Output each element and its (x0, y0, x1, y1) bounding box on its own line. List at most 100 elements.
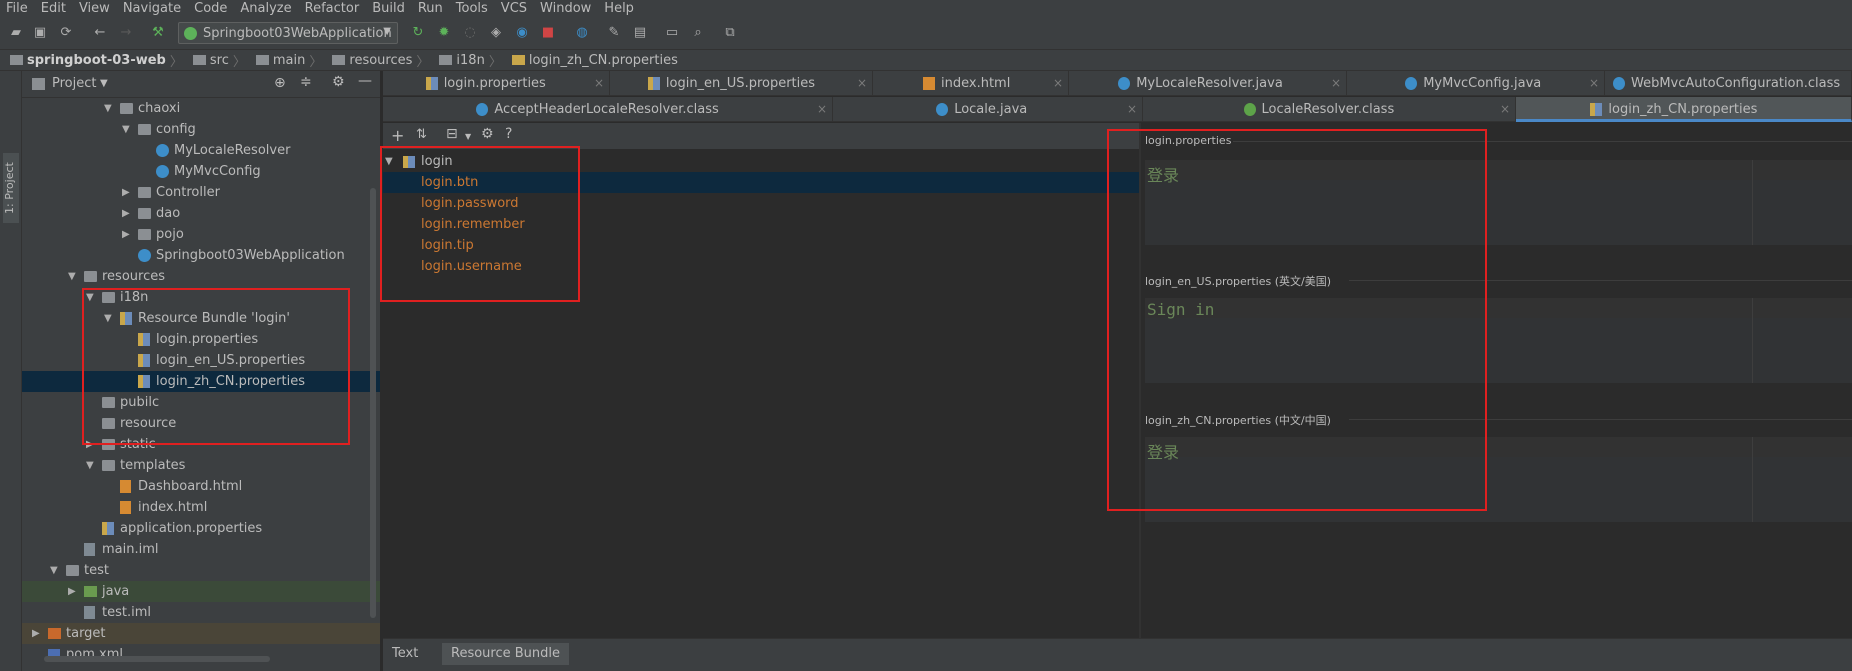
collapsed-arrow-icon[interactable]: ▶ (68, 581, 78, 602)
bundle-key-row[interactable]: login.tip (383, 235, 1139, 256)
project-structure-icon[interactable]: ▤ (632, 25, 648, 41)
tree-row[interactable]: ▶ target (22, 623, 380, 644)
tree-row[interactable]: login_en_US.properties (22, 350, 380, 371)
collapsed-arrow-icon[interactable]: ▶ (122, 224, 132, 245)
menu-code[interactable]: Code (194, 1, 227, 16)
chevron-down-icon[interactable]: ▼ (465, 132, 471, 141)
debug-bug-icon[interactable]: ✹ (436, 25, 452, 41)
editor-tab[interactable]: MyMvcConfig.java × (1347, 71, 1605, 96)
collapsed-arrow-icon[interactable]: ▶ (86, 434, 96, 455)
tree-row[interactable]: MyLocaleResolver (22, 140, 380, 161)
hide-panel-icon[interactable]: — (358, 73, 372, 89)
bundle-root-row[interactable]: ▼ login (383, 151, 1139, 172)
stop-icon[interactable]: ■ (540, 25, 556, 41)
build-hammer-icon[interactable]: ⚒ (150, 25, 166, 41)
close-tab-icon[interactable]: × (857, 71, 867, 96)
tree-row[interactable]: ▶ java (22, 581, 380, 602)
vcs-icon[interactable]: ⧉ (722, 25, 738, 41)
tree-row[interactable]: ▼ templates (22, 455, 380, 476)
collapsed-arrow-icon[interactable]: ▶ (122, 203, 132, 224)
bundle-key-row[interactable]: login.btn (383, 172, 1139, 193)
menu-file[interactable]: File (6, 1, 28, 16)
sync-icon[interactable]: ⟳ (58, 25, 74, 41)
tree-row[interactable]: ▶ pojo (22, 224, 380, 245)
breadcrumb-src[interactable]: src (210, 53, 229, 68)
menu-view[interactable]: View (79, 1, 110, 16)
help-question-icon[interactable]: ? (505, 126, 512, 142)
menu-edit[interactable]: Edit (41, 1, 66, 16)
breadcrumb-project[interactable]: springboot-03-web (27, 53, 166, 68)
expanded-arrow-icon[interactable]: ▼ (68, 266, 78, 287)
scroll-from-source-icon[interactable]: ⊕ (274, 75, 286, 91)
tree-row[interactable]: ▼ config (22, 119, 380, 140)
menu-run[interactable]: Run (418, 1, 443, 16)
editor-tab[interactable]: login.properties × (383, 71, 610, 96)
editor-tab[interactable]: login_en_US.properties × (610, 71, 873, 96)
tree-row[interactable]: pubilc (22, 392, 380, 413)
menu-window[interactable]: Window (540, 1, 591, 16)
tab-resource-bundle[interactable]: Resource Bundle (442, 643, 570, 665)
tree-row[interactable]: MyMvcConfig (22, 161, 380, 182)
expanded-arrow-icon[interactable]: ▼ (122, 119, 132, 140)
help-icon[interactable]: ◍ (574, 25, 590, 41)
close-tab-icon[interactable]: × (1053, 71, 1063, 96)
menu-help[interactable]: Help (604, 1, 634, 16)
project-tool-window-button[interactable]: 1: Project (3, 153, 19, 223)
collapse-all-icon[interactable]: ≑ (300, 74, 312, 90)
property-value-editor[interactable]: 登录 (1145, 437, 1852, 522)
menu-vcs[interactable]: VCS (501, 1, 527, 16)
editor-tab[interactable]: LocaleResolver.class × (1143, 97, 1516, 122)
tree-row[interactable]: ▶ dao (22, 203, 380, 224)
editor-tab[interactable]: Locale.java × (833, 97, 1143, 122)
close-tab-icon[interactable]: × (1500, 97, 1510, 122)
tab-text[interactable]: Text (383, 643, 427, 665)
expanded-arrow-icon[interactable]: ▼ (104, 98, 114, 119)
tree-row[interactable]: ▶ static (22, 434, 380, 455)
settings-wrench-icon[interactable]: ✎ (606, 25, 622, 41)
expanded-arrow-icon[interactable]: ▼ (104, 308, 114, 329)
forward-arrow-icon[interactable]: → (118, 25, 134, 41)
breadcrumb-file[interactable]: login_zh_CN.properties (529, 53, 678, 68)
update-icon[interactable]: ◉ (514, 25, 530, 41)
save-icon[interactable]: ▣ (32, 25, 48, 41)
open-folder-icon[interactable]: ▰ (8, 25, 24, 41)
rerun-icon[interactable]: ↻ (410, 25, 426, 41)
tree-row[interactable]: ▼ test (22, 560, 380, 581)
collapsed-arrow-icon[interactable]: ▶ (122, 182, 132, 203)
close-tab-icon[interactable]: × (1331, 71, 1341, 96)
menu-navigate[interactable]: Navigate (123, 1, 181, 16)
close-tab-icon[interactable]: × (817, 97, 827, 122)
project-view-title[interactable]: Project (52, 76, 96, 91)
editor-tab[interactable]: login_zh_CN.properties (1516, 97, 1852, 122)
bundle-key-row[interactable]: login.username (383, 256, 1139, 277)
profile-icon[interactable]: ◈ (488, 25, 504, 41)
back-arrow-icon[interactable]: ← (92, 25, 108, 41)
tree-row[interactable]: test.iml (22, 602, 380, 623)
close-tab-icon[interactable]: × (1127, 97, 1137, 122)
add-property-icon[interactable]: + (391, 126, 404, 145)
breadcrumb-i18n[interactable]: i18n (456, 53, 484, 68)
tree-row[interactable]: login_zh_CN.properties (22, 371, 380, 392)
chevron-down-icon[interactable]: ▼ (100, 78, 108, 89)
editor-tab[interactable]: WebMvcAutoConfiguration.class (1605, 71, 1852, 96)
expanded-arrow-icon[interactable]: ▼ (86, 287, 96, 308)
property-value-editor[interactable]: Sign in (1145, 298, 1852, 383)
tree-row[interactable]: Springboot03WebApplication (22, 245, 380, 266)
breadcrumb-resources[interactable]: resources (349, 53, 412, 68)
collapsed-arrow-icon[interactable]: ▶ (32, 623, 42, 644)
tree-scrollbar[interactable] (370, 188, 376, 618)
tree-row[interactable]: ▼ resources (22, 266, 380, 287)
tree-row[interactable]: index.html (22, 497, 380, 518)
close-tab-icon[interactable]: × (594, 71, 604, 96)
bundle-key-row[interactable]: login.remember (383, 214, 1139, 235)
tree-row[interactable]: resource (22, 413, 380, 434)
coverage-icon[interactable]: ◌ (462, 25, 478, 41)
search-icon[interactable]: ⌕ (690, 25, 706, 41)
tree-row[interactable]: ▶ Controller (22, 182, 380, 203)
group-by-prefix-icon[interactable]: ⊟ (446, 126, 458, 142)
tree-row[interactable]: ▼ Resource Bundle 'login' (22, 308, 380, 329)
menu-analyze[interactable]: Analyze (240, 1, 291, 16)
expanded-arrow-icon[interactable]: ▼ (86, 455, 96, 476)
tree-row[interactable]: ▼ chaoxi (22, 98, 380, 119)
tree-horizontal-scrollbar[interactable] (44, 656, 270, 662)
